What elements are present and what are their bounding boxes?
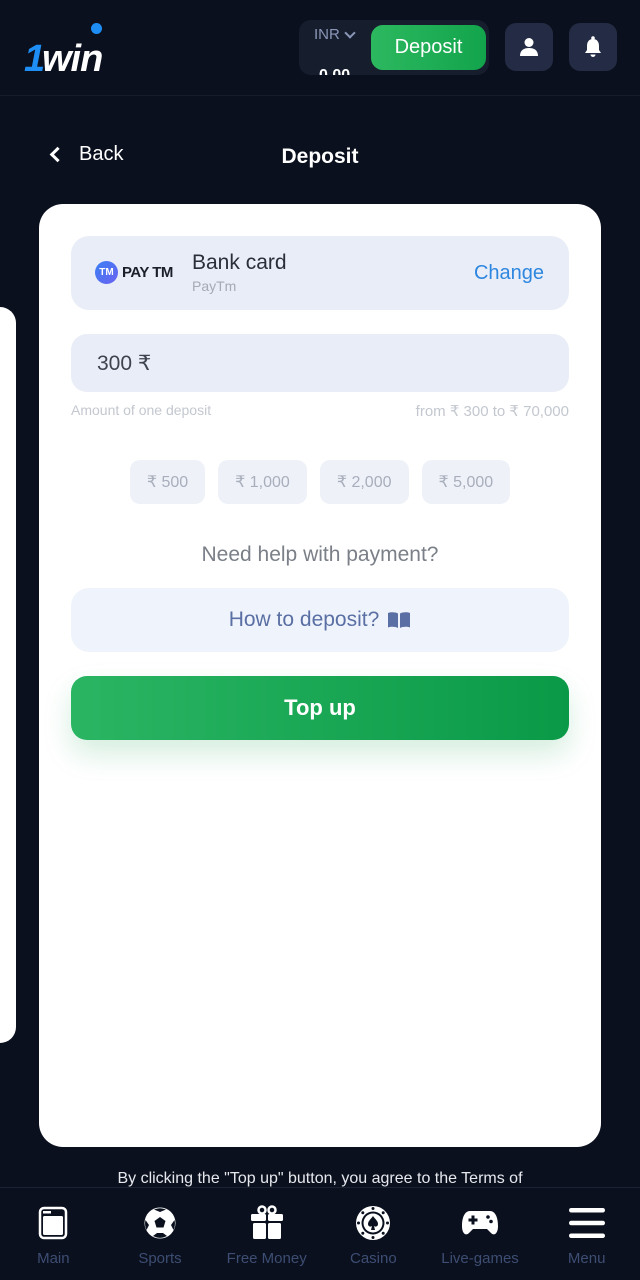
help-text: Need help with payment? — [201, 543, 439, 566]
soccer-ball-icon — [144, 1207, 176, 1239]
bell-icon — [585, 36, 601, 57]
adjacent-card-edge — [0, 307, 16, 1043]
nav-label: Main — [37, 1250, 70, 1267]
nav-item-free-money[interactable]: Free Money — [213, 1188, 320, 1280]
bottom-navigation: Main Sports Free Money Casino Live-games… — [0, 1187, 640, 1280]
nav-label: Free Money — [226, 1250, 307, 1267]
gift-icon — [250, 1205, 283, 1239]
payment-method-subtitle: PayTm — [192, 278, 237, 294]
payment-method-selector[interactable]: TM PAY TM Bank card PayTm Change — [71, 236, 569, 310]
how-to-deposit-button[interactable]: How to deposit? — [71, 588, 569, 652]
change-method-link[interactable]: Change — [474, 262, 544, 285]
logo-dot — [91, 23, 102, 34]
quick-amount-chips: ₹ 500 ₹ 1,000 ₹ 2,000 ₹ 5,000 — [39, 460, 601, 504]
nav-label: Live-games — [441, 1250, 519, 1267]
currency-label: INR — [314, 26, 340, 43]
nav-label: Casino — [350, 1250, 397, 1267]
top-header: 1 win INR 0.00 Deposit — [0, 0, 640, 96]
page-title: Deposit — [281, 145, 359, 168]
hamburger-menu-icon — [568, 1208, 605, 1238]
paytm-wordmark: PAY TM — [122, 264, 173, 281]
quick-amount-chip[interactable]: ₹ 5,000 — [421, 460, 511, 504]
chevron-down-icon — [344, 26, 356, 39]
quick-amount-chip[interactable]: ₹ 2,000 — [319, 460, 409, 504]
profile-button[interactable] — [505, 23, 553, 71]
nav-item-main[interactable]: Main — [0, 1188, 107, 1280]
amount-range: from ₹ 300 to ₹ 70,000 — [415, 403, 569, 420]
nav-label: Menu — [567, 1250, 606, 1267]
nav-label: Sports — [138, 1250, 182, 1267]
quick-amount-chip[interactable]: ₹ 500 — [129, 460, 206, 504]
paytm-logo: TM PAY TM — [95, 261, 173, 284]
casino-chip-icon — [356, 1206, 391, 1240]
nav-item-sports[interactable]: Sports — [107, 1188, 214, 1280]
book-icon — [388, 612, 411, 628]
amount-input[interactable] — [71, 334, 569, 392]
terms-notice: By clicking the "Top up" button, you agr… — [117, 1170, 523, 1187]
notifications-button[interactable] — [569, 23, 617, 71]
main-icon — [39, 1206, 68, 1240]
user-icon — [520, 38, 538, 56]
logo-one: 1 — [24, 38, 45, 80]
currency-selector[interactable]: INR — [314, 26, 356, 43]
amount-label: Amount of one deposit — [71, 402, 212, 418]
logo-win: win — [42, 38, 103, 80]
paytm-icon: TM — [95, 261, 118, 284]
nav-item-menu[interactable]: Menu — [533, 1188, 640, 1280]
gamepad-icon — [462, 1211, 499, 1235]
nav-item-live-games[interactable]: Live-games — [427, 1188, 534, 1280]
nav-item-casino[interactable]: Casino — [320, 1188, 427, 1280]
payment-method-title: Bank card — [192, 251, 287, 274]
quick-amount-chip[interactable]: ₹ 1,000 — [218, 460, 307, 504]
balance-value: 0.00 — [319, 67, 350, 75]
deposit-card: TM PAY TM Bank card PayTm Change Amount … — [39, 204, 601, 1147]
brand-logo[interactable]: 1 win — [24, 22, 139, 80]
top-up-button[interactable]: Top up — [71, 676, 569, 740]
header-deposit-button[interactable]: Deposit — [371, 25, 486, 70]
how-to-deposit-label: How to deposit? — [228, 608, 380, 631]
